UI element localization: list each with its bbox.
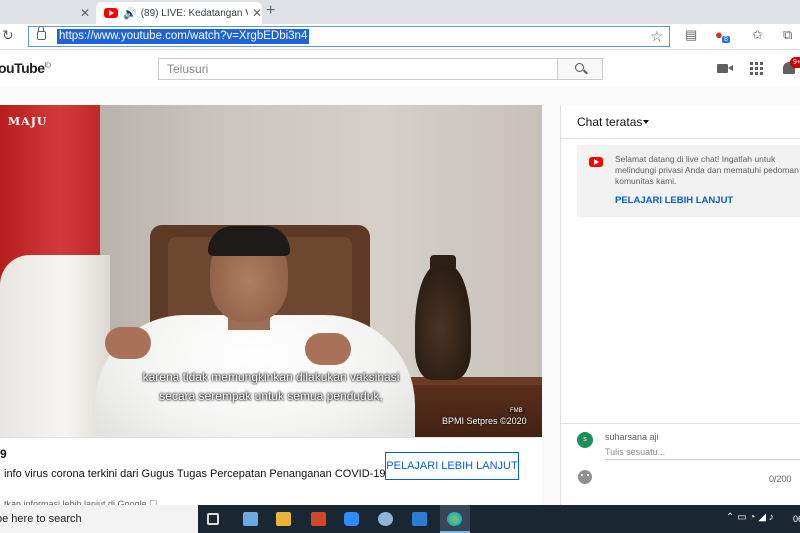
browser-tab-active[interactable]: 🔊 (89) LIVE: Kedatangan Vaksin ✕ bbox=[96, 2, 262, 24]
emoji-icon[interactable] bbox=[578, 470, 592, 484]
covid-info-panel: 9 info virus corona terkini dari Gugus T… bbox=[0, 437, 542, 509]
left-hand bbox=[105, 327, 151, 359]
live-chat-panel: Chat teratas Selamat datang di live chat… bbox=[560, 105, 800, 505]
taskbar-search-text: pe here to search bbox=[0, 513, 82, 525]
user-name: suharsana aji bbox=[605, 432, 659, 442]
reading-list-icon[interactable]: ▤ bbox=[685, 27, 697, 43]
taskbar-search-box[interactable]: pe here to search bbox=[0, 505, 198, 533]
video-player[interactable]: MAJU karena tidak memungkinkan dilakukan… bbox=[0, 105, 542, 437]
chat-mode-dropdown[interactable]: Chat teratas bbox=[577, 115, 642, 129]
create-video-icon[interactable] bbox=[717, 64, 733, 73]
windows-taskbar: pe here to search ⌃ ▭ ◔ ◢ ♪ 06 bbox=[0, 505, 800, 533]
youtube-icon bbox=[589, 157, 603, 167]
browser-tab-previous[interactable]: ✕ bbox=[0, 2, 96, 24]
vase bbox=[415, 265, 471, 380]
corner-tag: FMB bbox=[508, 408, 525, 414]
address-bar[interactable]: https://www.youtube.com/watch?v=XrgbEDbi… bbox=[28, 26, 670, 47]
chat-header: Chat teratas bbox=[561, 105, 800, 139]
channel-watermark: MAJU bbox=[8, 115, 48, 128]
subtitle-line-2: secara serempak untuk semua penduduk, bbox=[159, 389, 383, 403]
video-credit: BPMI Setpres ©2020 bbox=[442, 416, 527, 426]
edge-icon bbox=[447, 512, 462, 526]
app-icon-1[interactable] bbox=[243, 512, 258, 526]
lock-icon[interactable] bbox=[37, 26, 46, 40]
new-tab-icon[interactable]: + bbox=[266, 2, 275, 20]
search-icon bbox=[575, 63, 584, 72]
browser-tab-bar: ✕ 🔊 (89) LIVE: Kedatangan Vaksin ✕ + bbox=[0, 0, 800, 24]
taskbar-active-app[interactable] bbox=[440, 505, 470, 533]
file-explorer-icon[interactable] bbox=[276, 512, 291, 526]
system-tray-icons[interactable]: ⌃ ▭ ◔ ◢ ♪ bbox=[726, 512, 774, 523]
extension-badge: 8 bbox=[722, 36, 730, 43]
close-tab-icon[interactable]: ✕ bbox=[80, 6, 90, 20]
browser-toolbar: ↻ https://www.youtube.com/watch?v=XrgbED… bbox=[0, 24, 800, 50]
zoom-icon[interactable] bbox=[344, 512, 359, 526]
paint-icon[interactable] bbox=[378, 512, 393, 526]
notification-count-badge: 9+ bbox=[790, 57, 800, 68]
welcome-text: Selamat datang di live chat! Ingatlah un… bbox=[615, 154, 799, 186]
chat-learn-more-link[interactable]: PELAJARI LEBIH LANJUT bbox=[615, 195, 733, 206]
chat-welcome-message: Selamat datang di live chat! Ingatlah un… bbox=[577, 145, 800, 217]
word-icon[interactable] bbox=[412, 512, 427, 526]
search-button[interactable] bbox=[557, 58, 603, 80]
youtube-masthead: ouTubeID bbox=[0, 51, 800, 87]
reload-icon[interactable]: ↻ bbox=[2, 27, 14, 44]
youtube-logo[interactable]: ouTubeID bbox=[0, 60, 51, 76]
speaker-icon[interactable]: 🔊 bbox=[123, 7, 137, 20]
right-hand bbox=[305, 333, 351, 365]
learn-more-button[interactable]: PELAJARI LEBIH LANJUT bbox=[385, 452, 519, 480]
avatar: s bbox=[577, 432, 593, 448]
search-box[interactable] bbox=[158, 58, 558, 80]
chat-compose-area: s suharsana aji 0/200 bbox=[561, 423, 800, 505]
task-view-icon[interactable] bbox=[207, 513, 219, 525]
office-icon[interactable] bbox=[311, 512, 326, 526]
url-text[interactable]: https://www.youtube.com/watch?v=XrgbEDbi… bbox=[57, 29, 310, 44]
chevron-down-icon[interactable] bbox=[643, 120, 649, 124]
taskbar-clock[interactable]: 06 bbox=[793, 514, 800, 524]
tab-title: (89) LIVE: Kedatangan Vaksin bbox=[140, 7, 248, 19]
favorites-icon[interactable]: ✩ bbox=[752, 27, 763, 43]
bookmark-star-icon[interactable]: ☆ bbox=[650, 28, 663, 45]
info-text: info virus corona terkini dari Gugus Tug… bbox=[4, 468, 389, 480]
info-number: 9 bbox=[0, 447, 7, 461]
chat-message-input[interactable] bbox=[605, 444, 800, 460]
apps-grid-icon[interactable] bbox=[750, 62, 763, 75]
close-tab-icon[interactable]: ✕ bbox=[252, 6, 262, 20]
flag-white-stripe bbox=[0, 255, 110, 437]
character-counter: 0/200 bbox=[769, 474, 792, 484]
search-input[interactable] bbox=[167, 62, 547, 76]
youtube-favicon-icon bbox=[104, 8, 118, 18]
subtitle-line-1: karena tidak memungkinkan dilakukan vaks… bbox=[142, 370, 400, 384]
collections-icon[interactable]: ⧉ bbox=[783, 27, 792, 43]
speaker-hair bbox=[208, 226, 290, 256]
